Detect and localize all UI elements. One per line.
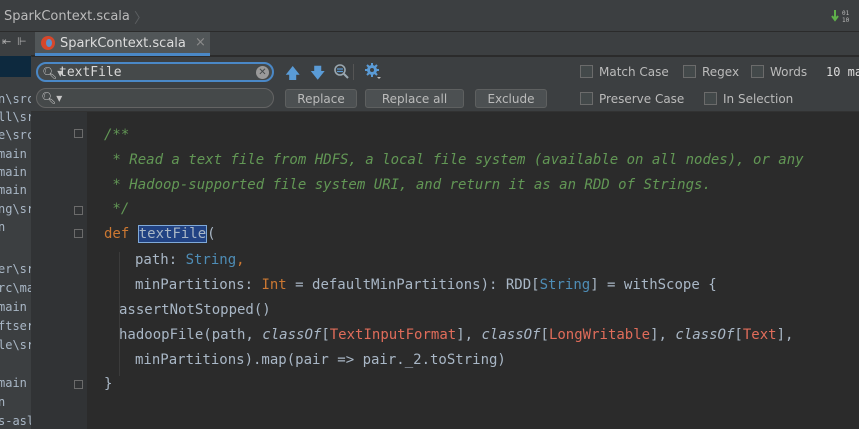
exclude-button[interactable]: Exclude — [475, 89, 547, 108]
search-input[interactable]: textFile — [59, 65, 122, 80]
preserve-case-option[interactable]: Preserve Case — [580, 92, 684, 106]
replace-all-button[interactable]: Replace all — [365, 89, 464, 108]
tree-item[interactable]: rc\ma — [0, 281, 31, 295]
search-match-highlight: textFile — [137, 225, 208, 243]
words-option[interactable]: Words — [751, 65, 807, 79]
code-line-2: * Read a text file from HDFS, a local fi… — [104, 152, 804, 168]
tree-item[interactable]: main — [0, 165, 27, 179]
settings-icon[interactable]: ⊩ — [17, 35, 27, 48]
replace-button[interactable]: Replace — [285, 89, 357, 108]
tree-item[interactable]: ftser — [0, 319, 31, 333]
in-selection-checkbox[interactable] — [704, 92, 717, 105]
code-line-7: minPartitions: Int = defaultMinPartition… — [135, 277, 717, 293]
tree-item[interactable]: n — [0, 220, 5, 234]
match-case-option[interactable]: Match Case — [580, 65, 669, 79]
regex-option[interactable]: Regex — [683, 65, 739, 79]
svg-text:01: 01 — [842, 10, 850, 17]
svg-text:10: 10 — [842, 17, 850, 24]
tree-item[interactable]: ng\src — [0, 202, 31, 216]
match-count: 10 ma — [826, 65, 859, 79]
tree-item[interactable]: main — [0, 147, 27, 161]
project-tool-window: ⇤ ⊩ n\src ll\src e\src main main main ng… — [0, 32, 32, 429]
clear-search-icon[interactable]: ✕ — [256, 66, 269, 79]
tree-item[interactable]: main — [0, 183, 27, 197]
code-line-6: path: String, — [135, 252, 245, 268]
tree-item[interactable]: s-asl — [0, 414, 31, 428]
words-checkbox[interactable] — [751, 65, 764, 78]
code-line-3: * Hadoop-supported file system URI, and … — [104, 177, 711, 193]
selected-tree-row — [0, 56, 31, 77]
collapse-icon[interactable]: ⇤ — [2, 35, 11, 48]
editor-gutter — [31, 112, 87, 429]
find-all-icon[interactable] — [333, 63, 349, 79]
code-editor[interactable]: /** * Read a text file from HDFS, a loca… — [31, 112, 859, 429]
project-toolbar: ⇤ ⊩ — [0, 32, 31, 52]
breadcrumb-file[interactable]: SparkContext.scala — [4, 9, 130, 24]
filter-settings-icon[interactable] — [364, 62, 382, 80]
tree-item[interactable]: le\src — [0, 338, 31, 352]
match-case-checkbox[interactable] — [580, 65, 593, 78]
fold-marker-icon[interactable] — [74, 206, 83, 215]
tree-item[interactable]: er\src — [0, 262, 31, 276]
code-line-5: def textFile( — [104, 225, 216, 243]
regex-checkbox[interactable] — [683, 65, 696, 78]
tab-sparkcontext[interactable]: SparkContext.scala × — [35, 32, 210, 56]
tree-item[interactable]: n — [0, 395, 5, 409]
replace-field[interactable]: 🔍︎▾ — [36, 88, 274, 108]
search-field[interactable]: 🔍︎▾ textFile ✕ — [36, 62, 274, 82]
tree-item[interactable]: e\src — [0, 128, 31, 142]
close-tab-icon[interactable]: × — [195, 35, 206, 50]
editor-tab-bar: SparkContext.scala × — [31, 32, 859, 56]
fold-marker-icon[interactable] — [74, 380, 83, 389]
toolbar-separator — [353, 64, 354, 80]
tree-item[interactable]: n\src — [0, 92, 31, 106]
in-selection-option[interactable]: In Selection — [704, 92, 793, 106]
find-replace-panel: 🔍︎▾ textFile ✕ 🔍︎▾ 🡅 🡇 Replace Replace a… — [31, 57, 859, 112]
code-line-1: /** — [104, 127, 130, 143]
previous-occurrence-icon[interactable]: 🡅 — [285, 63, 300, 88]
code-line-11: } — [104, 376, 113, 392]
tab-label: SparkContext.scala — [60, 36, 186, 51]
fold-marker-icon[interactable] — [74, 129, 83, 138]
tree-item[interactable]: ll\src — [0, 110, 31, 124]
fold-marker-icon[interactable] — [74, 229, 83, 238]
keyword-def: def — [104, 226, 130, 242]
vcs-update-icon[interactable]: 01 10 — [831, 8, 857, 24]
preserve-case-checkbox[interactable] — [580, 92, 593, 105]
next-occurrence-icon[interactable]: 🡇 — [310, 63, 325, 88]
navigation-bar: SparkContext.scala 〉 01 10 — [0, 0, 859, 32]
tree-item[interactable]: main — [0, 300, 27, 314]
code-line-9: hadoopFile(path, classOf[TextInputFormat… — [119, 327, 794, 343]
tree-item[interactable]: main — [0, 376, 27, 390]
breadcrumb-separator: 〉 — [134, 11, 148, 27]
code-line-8: assertNotStopped() — [119, 302, 271, 318]
scala-file-icon — [41, 36, 55, 50]
replace-history-icon[interactable]: 🔍︎▾ — [41, 91, 62, 105]
code-line-10: minPartitions).map(pair => pair._2.toStr… — [135, 352, 506, 368]
code-line-4: */ — [104, 201, 130, 217]
